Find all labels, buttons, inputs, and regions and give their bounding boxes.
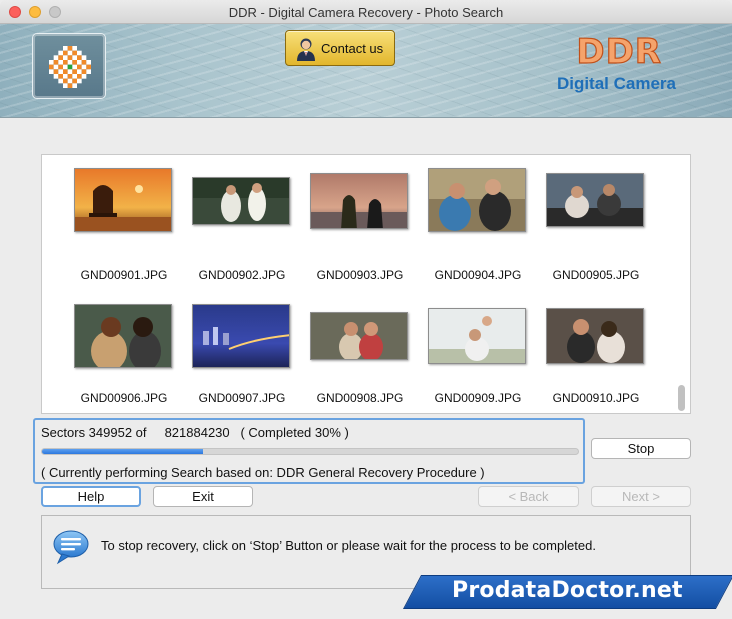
photo-image: [310, 312, 408, 360]
photo-filename: GND00910.JPG: [552, 391, 640, 405]
photo-image: [74, 168, 172, 232]
window-title: DDR - Digital Camera Recovery - Photo Se…: [228, 5, 504, 20]
gallery-scrollbar[interactable]: [678, 385, 685, 411]
contact-us-label: Contact us: [321, 41, 384, 56]
chat-bubble-icon: [53, 530, 89, 565]
person-icon: [297, 38, 315, 61]
app-logo: [32, 33, 106, 99]
photo-image: [192, 177, 290, 225]
app-window: DDR - Digital Camera Recovery - Photo Se…: [0, 0, 732, 619]
progress-bar: [41, 448, 579, 455]
stop-button[interactable]: Stop: [591, 438, 691, 459]
photo-image: [310, 173, 408, 229]
current-procedure-text: ( Currently performing Search based on: …: [41, 465, 485, 480]
brand-name: DDR: [576, 31, 662, 72]
watermark-banner: ProdataDoctor.net: [402, 575, 732, 609]
photo-filename: GND00905.JPG: [552, 268, 640, 282]
sectors-progress-text: Sectors 349952 of 821884230 ( Completed …: [41, 425, 349, 440]
exit-button[interactable]: Exit: [153, 486, 253, 507]
photo-image: [428, 168, 526, 232]
photo-gallery: GND00901.JPG GND00902.JPG GND00903.JPG G…: [41, 154, 691, 414]
photo-image: [428, 308, 526, 364]
title-bar: DDR - Digital Camera Recovery - Photo Se…: [0, 0, 732, 24]
info-message-text: To stop recovery, click on ‘Stop’ Button…: [101, 538, 596, 553]
progress-panel: Sectors 349952 of 821884230 ( Completed …: [33, 418, 585, 484]
photo-image: [74, 304, 172, 368]
watermark-text: ProdataDoctor.net: [452, 578, 683, 603]
checker-logo-icon: [49, 46, 91, 88]
back-button[interactable]: < Back: [478, 486, 579, 507]
progress-bar-fill: [42, 449, 203, 454]
photo-image: [546, 308, 644, 364]
photo-image: [192, 304, 290, 368]
photo-image: [546, 173, 644, 227]
help-button[interactable]: Help: [41, 486, 141, 507]
header-banner: Contact us DDR Digital Camera: [0, 24, 732, 118]
next-button[interactable]: Next >: [591, 486, 691, 507]
brand-subtitle: Digital Camera: [556, 74, 676, 93]
brand-block: DDR Digital Camera: [516, 31, 676, 94]
contact-us-button[interactable]: Contact us: [285, 30, 395, 66]
